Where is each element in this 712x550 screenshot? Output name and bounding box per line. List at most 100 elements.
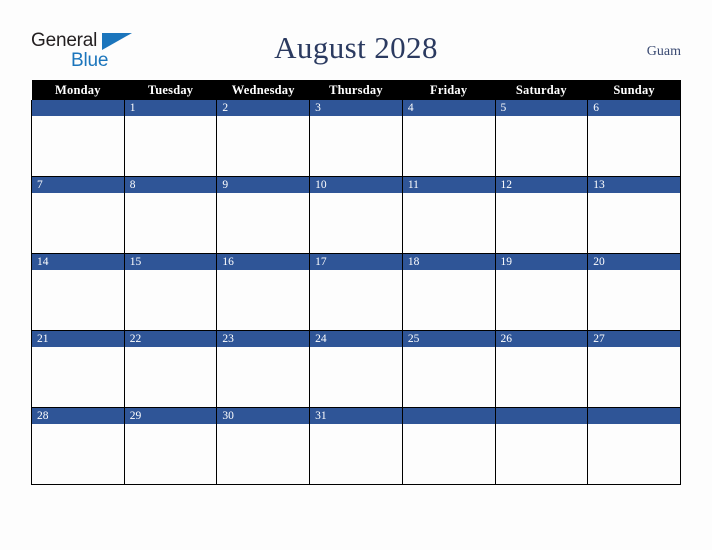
day-events-area[interactable] xyxy=(310,116,402,176)
calendar-day-cell[interactable] xyxy=(587,407,681,485)
calendar-day-cell[interactable]: 14 xyxy=(31,253,125,331)
day-events-area[interactable] xyxy=(588,270,680,330)
day-number: 11 xyxy=(402,177,495,193)
day-number: 15 xyxy=(124,254,217,270)
calendar-day-cell[interactable]: 30 xyxy=(216,407,311,485)
day-number: 13 xyxy=(588,177,680,193)
day-events-area[interactable] xyxy=(217,347,310,407)
day-number: 14 xyxy=(32,254,124,270)
day-number: 5 xyxy=(495,100,588,116)
day-number: 12 xyxy=(495,177,588,193)
day-events-area[interactable] xyxy=(310,347,402,407)
day-number xyxy=(402,408,495,424)
day-events-area[interactable] xyxy=(217,424,310,484)
page-header: General Blue August 2028 Guam xyxy=(0,0,712,78)
calendar-day-cell[interactable] xyxy=(401,407,496,485)
calendar-day-cell[interactable]: 21 xyxy=(31,330,125,408)
day-events-area[interactable] xyxy=(124,116,217,176)
day-number xyxy=(588,408,680,424)
calendar-day-cell[interactable]: 16 xyxy=(216,253,311,331)
weekday-header-row: Monday Tuesday Wednesday Thursday Friday… xyxy=(31,80,681,100)
day-number: 25 xyxy=(402,331,495,347)
calendar-week-row: 28 29 30 31 xyxy=(31,407,681,485)
calendar-day-cell[interactable]: 27 xyxy=(587,330,681,408)
day-events-area[interactable] xyxy=(32,424,124,484)
day-events-area[interactable] xyxy=(310,193,402,253)
day-number: 17 xyxy=(310,254,402,270)
day-events-area[interactable] xyxy=(402,270,495,330)
day-events-area[interactable] xyxy=(588,347,680,407)
day-events-area[interactable] xyxy=(495,270,588,330)
calendar-day-cell[interactable]: 6 xyxy=(587,100,681,177)
day-number: 6 xyxy=(588,100,680,116)
day-events-area[interactable] xyxy=(124,193,217,253)
day-events-area[interactable] xyxy=(402,347,495,407)
day-number xyxy=(495,408,588,424)
calendar-day-cell[interactable]: 2 xyxy=(216,100,311,177)
calendar-day-cell[interactable]: 1 xyxy=(123,100,218,177)
day-events-area[interactable] xyxy=(495,424,588,484)
calendar-day-cell[interactable]: 5 xyxy=(494,100,589,177)
calendar-day-cell[interactable]: 15 xyxy=(123,253,218,331)
calendar-day-cell[interactable]: 31 xyxy=(309,407,403,485)
page-title: August 2028 xyxy=(274,30,438,65)
day-number: 30 xyxy=(217,408,310,424)
day-events-area[interactable] xyxy=(588,116,680,176)
day-events-area[interactable] xyxy=(310,424,402,484)
calendar-day-cell[interactable]: 23 xyxy=(216,330,311,408)
weekday-header-tuesday: Tuesday xyxy=(124,80,217,100)
day-number: 28 xyxy=(32,408,124,424)
calendar-day-cell[interactable] xyxy=(494,407,589,485)
day-number: 1 xyxy=(124,100,217,116)
calendar-day-cell[interactable]: 3 xyxy=(309,100,403,177)
day-number: 10 xyxy=(310,177,402,193)
day-events-area[interactable] xyxy=(310,270,402,330)
calendar-day-cell[interactable]: 26 xyxy=(494,330,589,408)
day-events-area[interactable] xyxy=(32,193,124,253)
day-events-area[interactable] xyxy=(217,193,310,253)
calendar-day-cell[interactable]: 18 xyxy=(401,253,496,331)
day-number: 22 xyxy=(124,331,217,347)
day-events-area[interactable] xyxy=(588,424,680,484)
calendar-day-cell[interactable] xyxy=(31,100,125,177)
calendar-day-cell[interactable]: 12 xyxy=(494,176,589,254)
day-events-area[interactable] xyxy=(32,270,124,330)
calendar-day-cell[interactable]: 29 xyxy=(123,407,218,485)
day-events-area[interactable] xyxy=(217,116,310,176)
day-events-area[interactable] xyxy=(32,347,124,407)
calendar-day-cell[interactable]: 28 xyxy=(31,407,125,485)
calendar-day-cell[interactable]: 8 xyxy=(123,176,218,254)
calendar-day-cell[interactable]: 17 xyxy=(309,253,403,331)
calendar-day-cell[interactable]: 11 xyxy=(401,176,496,254)
calendar-day-cell[interactable]: 19 xyxy=(494,253,589,331)
day-events-area[interactable] xyxy=(124,424,217,484)
calendar-day-cell[interactable]: 7 xyxy=(31,176,125,254)
day-events-area[interactable] xyxy=(495,193,588,253)
day-events-area[interactable] xyxy=(402,116,495,176)
day-events-area[interactable] xyxy=(588,193,680,253)
calendar-day-cell[interactable]: 9 xyxy=(216,176,311,254)
weekday-header-friday: Friday xyxy=(402,80,496,100)
day-events-area[interactable] xyxy=(495,116,588,176)
calendar-day-cell[interactable]: 24 xyxy=(309,330,403,408)
day-events-area[interactable] xyxy=(124,270,217,330)
calendar-day-cell[interactable]: 4 xyxy=(401,100,496,177)
calendar-page: General Blue August 2028 Guam Monday Tue… xyxy=(0,0,712,550)
calendar-day-cell[interactable]: 22 xyxy=(123,330,218,408)
day-events-area[interactable] xyxy=(402,193,495,253)
day-events-area[interactable] xyxy=(124,347,217,407)
day-events-area[interactable] xyxy=(495,347,588,407)
calendar-day-cell[interactable]: 13 xyxy=(587,176,681,254)
day-events-area[interactable] xyxy=(402,424,495,484)
weekday-header-sunday: Sunday xyxy=(587,80,681,100)
calendar-day-cell[interactable]: 25 xyxy=(401,330,496,408)
day-number: 31 xyxy=(310,408,402,424)
day-events-area[interactable] xyxy=(217,270,310,330)
day-number: 3 xyxy=(310,100,402,116)
day-events-area[interactable] xyxy=(32,116,124,176)
weekday-header-thursday: Thursday xyxy=(309,80,403,100)
day-number: 29 xyxy=(124,408,217,424)
calendar-day-cell[interactable]: 20 xyxy=(587,253,681,331)
day-number: 24 xyxy=(310,331,402,347)
calendar-day-cell[interactable]: 10 xyxy=(309,176,403,254)
